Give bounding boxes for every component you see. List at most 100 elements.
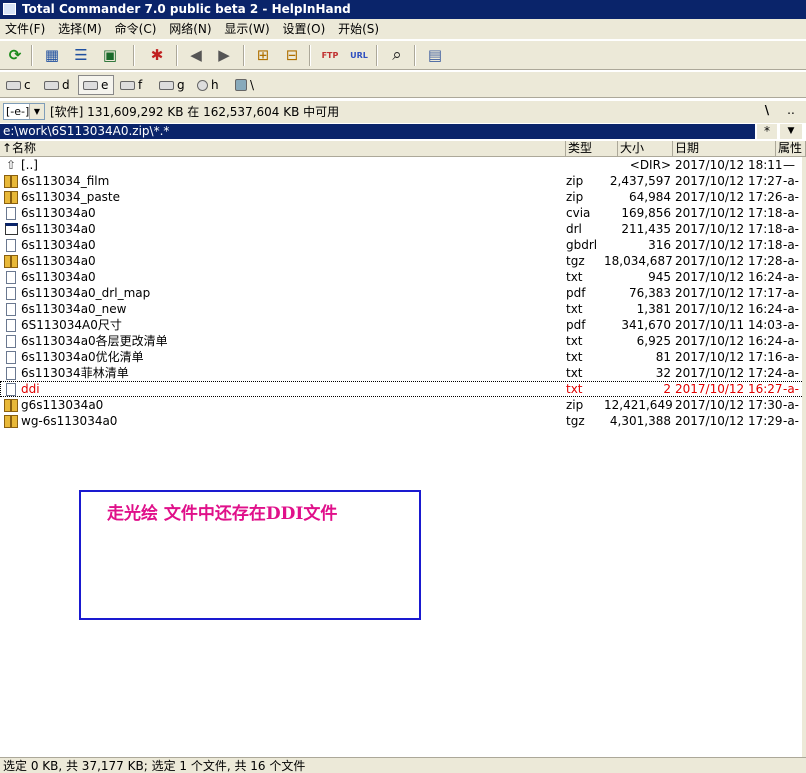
file-row[interactable]: 6s113034_film zip 2,437,597 2017/10/12 17:2… [0, 173, 806, 189]
file-type: tgz [566, 414, 585, 428]
current-path[interactable]: e:\work\6S113034A0.zip\*.* [0, 124, 755, 139]
drive-bar: c d e f g h \ [0, 72, 806, 98]
file-date: 2017/10/12 17:18 [675, 206, 783, 220]
file-date: 2017/10/12 17:16 [675, 350, 783, 364]
menu-view[interactable]: 显示(W) [220, 19, 273, 39]
file-name: 6s113034a0 [21, 254, 96, 268]
back-icon[interactable]: ◀ [184, 44, 208, 67]
drive-button-g[interactable]: g [155, 75, 191, 95]
refresh-icon[interactable]: ⟳ [3, 44, 27, 67]
column-header-date[interactable]: 日期 [673, 141, 776, 156]
file-row[interactable]: 6s113034a0 txt 945 2017/10/12 16:24 -a- [0, 269, 806, 285]
drive-button-network[interactable]: \ [231, 75, 267, 95]
free-space-info: [软件] 131,609,292 KB 在 162,537,604 KB 中可用 [50, 105, 340, 119]
file-row[interactable]: 6s113034菲林清单 txt 32 2017/10/12 17:24 -a- [0, 365, 806, 381]
file-date: 2017/10/12 16:24 [675, 334, 783, 348]
file-row[interactable]: g6s113034a0 zip 12,421,649 2017/10/12 17:30… [0, 397, 806, 413]
file-row[interactable]: 6s113034a0优化清单 txt 81 2017/10/12 17:16 -a- [0, 349, 806, 365]
find-files-icon[interactable]: ⌕ [385, 44, 409, 67]
column-header-name[interactable]: ↑名称 [0, 141, 566, 156]
parent-dir-row[interactable]: ⇧ [..] <DIR> 2017/10/12 18:11— [0, 157, 806, 173]
file-type: txt [566, 302, 583, 316]
column-header: ↑名称 类型 大小 日期 属性 [0, 141, 806, 157]
file-row[interactable]: 6s113034a0 gbdrl 316 2017/10/12 17:18 -a- [0, 237, 806, 253]
menu-configuration[interactable]: 设置(O) [278, 19, 329, 39]
status-bar: 选定 0 KB, 共 37,177 KB; 选定 1 个文件, 共 16 个文件 [0, 757, 806, 773]
file-date: 2017/10/12 17:18 [675, 222, 783, 236]
pack-icon[interactable]: ⊞ [251, 44, 275, 67]
brief-view-icon[interactable]: ▦ [40, 44, 64, 67]
file-type: txt [566, 382, 583, 396]
file-list: ⇧ [..] <DIR> 2017/10/12 18:11—6s113034_film… [0, 157, 806, 757]
hotlist-button[interactable]: ▼ [780, 124, 802, 139]
file-row[interactable]: 6s113034a0各层更改清单 txt 6,925 2017/10/12 16:24… [0, 333, 806, 349]
menu-bar: 文件(F) 选择(M) 命令(C) 网络(N) 显示(W) 设置(O) 开始(S… [0, 19, 806, 39]
unpack-icon[interactable]: ⊟ [280, 44, 304, 67]
file-icon [4, 366, 18, 380]
annotation-text: 走光绘 文件中还存在DDI文件 [107, 504, 338, 524]
file-row[interactable]: 6s113034a0 drl 211,435 2017/10/12 17:18 -a- [0, 221, 806, 237]
file-date: 2017/10/12 17:18 [675, 238, 783, 252]
app-icon [3, 3, 16, 15]
menu-start[interactable]: 开始(S) [334, 19, 383, 39]
drive-dropdown[interactable]: [-e-] ▼ [3, 103, 45, 120]
root-dir-button[interactable]: \ [757, 103, 777, 120]
file-date: 2017/10/12 17:24 [675, 366, 783, 380]
cd-drive-icon [197, 79, 208, 91]
file-row[interactable]: 6s113034_paste zip 64,984 2017/10/12 17:26-… [0, 189, 806, 205]
forward-icon[interactable]: ▶ [212, 44, 236, 67]
file-row[interactable]: 6s113034a0 tgz 18,034,687 2017/10/12 17:28-… [0, 253, 806, 269]
drive-button-d[interactable]: d [40, 75, 76, 95]
file-attr: -a- [783, 206, 800, 220]
file-date: 2017/10/11 14:03 [675, 318, 783, 332]
ftp-connect-icon[interactable]: FTP [318, 44, 342, 67]
drive-label: e [101, 78, 109, 92]
drive-label: g [177, 78, 185, 92]
panel-border [802, 157, 806, 757]
file-date: 2017/10/12 16:24 [675, 302, 783, 316]
invert-selection-icon[interactable]: ✱ [145, 44, 169, 67]
drive-dropdown-value: [-e-] [6, 105, 30, 118]
drive-button-f[interactable]: f [116, 75, 152, 95]
menu-commands[interactable]: 命令(C) [111, 19, 161, 39]
file-type: pdf [566, 318, 586, 332]
drive-button-e[interactable]: e [78, 75, 114, 95]
file-size: 76,383 [629, 286, 671, 300]
menu-file[interactable]: 文件(F) [1, 19, 49, 39]
history-button[interactable]: * [757, 124, 777, 139]
file-row[interactable]: 6s113034a0_new txt 1,381 2017/10/12 16:24 -a… [0, 301, 806, 317]
parent-dir-button[interactable]: .. [780, 103, 802, 120]
full-view-icon[interactable]: ☰ [69, 44, 93, 67]
file-row[interactable]: wg-6s113034a0 tgz 4,301,388 2017/10/12 17:2… [0, 413, 806, 429]
column-header-size[interactable]: 大小 [618, 141, 673, 156]
drive-label: f [138, 78, 143, 92]
drive-button-c[interactable]: c [2, 75, 38, 95]
file-row[interactable]: 6S113034A0尺寸 pdf 341,670 2017/10/11 14:03 -a… [0, 317, 806, 333]
file-attr: -a- [783, 222, 800, 236]
file-size: 945 [648, 270, 671, 284]
column-header-attr[interactable]: 属性 [776, 141, 806, 156]
file-attr: -a- [783, 414, 800, 428]
file-icon [4, 334, 18, 348]
file-type: zip [566, 398, 584, 412]
file-name: 6s113034菲林清单 [21, 366, 129, 380]
file-date: 2017/10/12 17:17 [675, 286, 783, 300]
window-title: Total Commander 7.0 public beta 2 - Help… [22, 2, 351, 16]
calculator-icon[interactable]: ▤ [423, 44, 447, 67]
file-row[interactable]: 6s113034a0_drl_map pdf 76,383 2017/10/12 17… [0, 285, 806, 301]
menu-select[interactable]: 选择(M) [54, 19, 106, 39]
file-size: <DIR> [629, 158, 671, 172]
file-row[interactable]: 6s113034a0 cvia 169,856 2017/10/12 17:18 -a- [0, 205, 806, 221]
chevron-down-icon[interactable]: ▼ [29, 104, 44, 119]
file-name: 6s113034a0 [21, 222, 96, 236]
drive-button-h[interactable]: h [193, 75, 229, 95]
file-date: 2017/10/12 17:26 [675, 190, 783, 204]
file-attr: -a- [783, 302, 800, 316]
menu-network[interactable]: 网络(N) [165, 19, 215, 39]
url-connect-icon[interactable]: URL [347, 44, 371, 67]
archive-icon [4, 174, 18, 188]
column-header-type[interactable]: 类型 [566, 141, 618, 156]
thumbnail-view-icon[interactable]: ▣ [98, 44, 122, 67]
archive-icon [4, 190, 18, 204]
file-row[interactable]: ddi txt 2 2017/10/12 16:27 -a- [0, 381, 806, 397]
